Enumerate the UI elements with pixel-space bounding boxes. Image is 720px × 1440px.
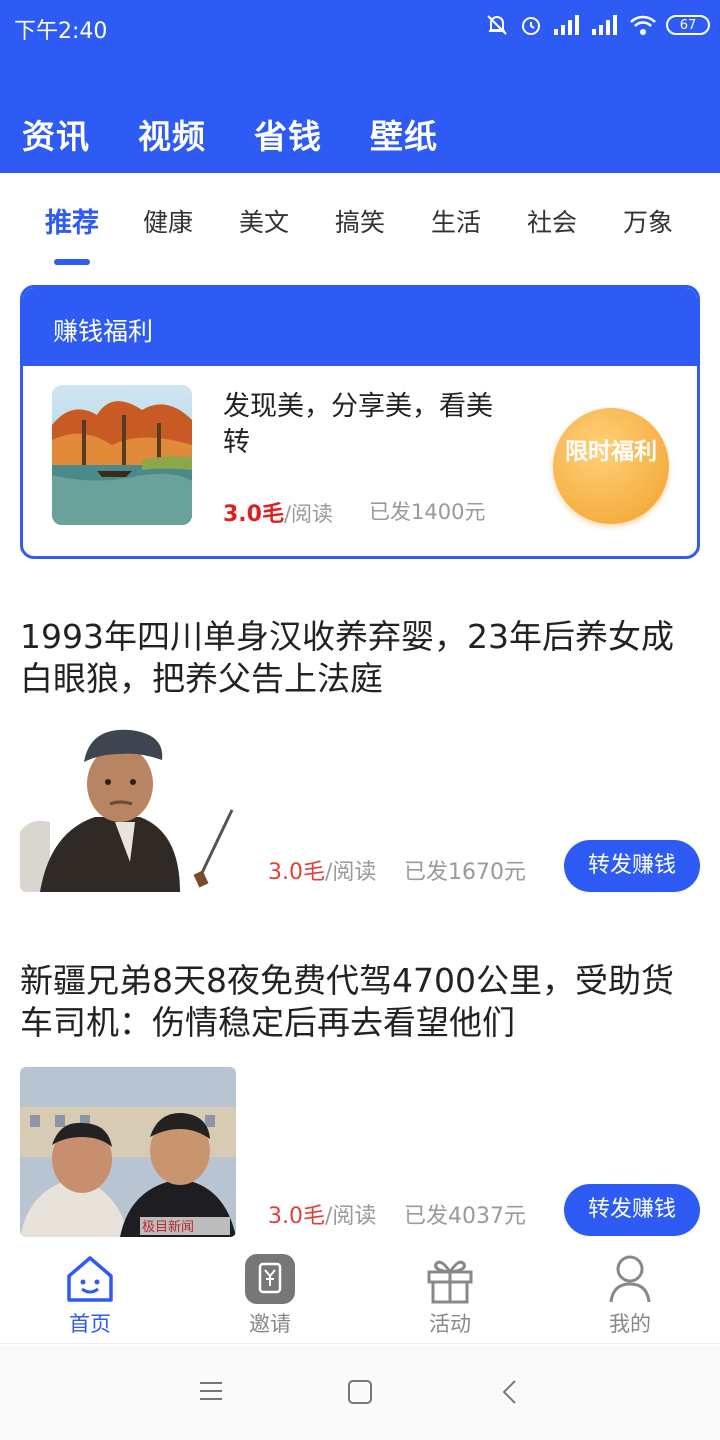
article-item[interactable]: 新疆兄弟8天8夜免费代驾4700公里，受助货车司机：伤情稳定后再去看望他们 极目…	[0, 960, 720, 1242]
nav-invite-label: 邀请	[249, 1312, 291, 1336]
article-rate-unit: /阅读	[325, 1204, 377, 1229]
status-bar: 下午2:40 67	[0, 0, 720, 54]
battery-icon: 67	[666, 15, 710, 35]
home-square-icon[interactable]	[347, 1379, 373, 1405]
category-tabs: 推荐 健康 美文 搞笑 生活 社会 万象	[0, 173, 720, 273]
welfare-rate: 3.0毛/阅读	[223, 496, 333, 528]
nav-home[interactable]: 首页	[30, 1252, 150, 1338]
app-screen: 下午2:40 67 资讯 视频 省钱 壁纸 推荐 健康 美文 搞笑 生活 社会 …	[0, 0, 720, 1440]
tab-health[interactable]: 健康	[143, 203, 193, 239]
system-nav-bar	[0, 1345, 720, 1440]
main-tab-wallpaper[interactable]: 壁纸	[370, 110, 438, 158]
article-paid: 已发1670元	[404, 860, 526, 885]
nav-profile-label: 我的	[609, 1312, 651, 1336]
main-tab-video[interactable]: 视频	[138, 110, 206, 158]
tab-misc[interactable]: 万象	[623, 203, 673, 239]
tab-recommend[interactable]: 推荐	[45, 201, 99, 240]
nav-activity-label: 活动	[429, 1312, 471, 1336]
welfare-title: 发现美，分享美，看美转	[223, 391, 493, 458]
article-item[interactable]: 1993年四川单身汉收养弃婴，23年后养女成白眼狼，把养父告上法庭 3.0毛/阅…	[0, 616, 720, 906]
back-icon[interactable]	[500, 1379, 520, 1405]
article-thumbnail: 极目新闻	[20, 1067, 236, 1237]
menu-icon[interactable]	[198, 1379, 224, 1403]
share-earn-button[interactable]: 转发赚钱	[564, 1184, 700, 1236]
invite-icon	[245, 1254, 295, 1304]
bottom-nav: 首页 邀请 活动 我的	[0, 1242, 720, 1344]
share-earn-button[interactable]: 转发赚钱	[564, 840, 700, 892]
main-tab-news[interactable]: 资讯	[22, 110, 90, 158]
tab-essay[interactable]: 美文	[239, 203, 289, 239]
signal-icon-2	[592, 15, 617, 35]
home-icon	[67, 1256, 113, 1302]
welfare-header: 赚钱福利	[23, 288, 697, 366]
mute-bell-icon	[487, 15, 507, 35]
welfare-rate-amount: 3.0毛	[223, 502, 284, 527]
article-title: 新疆兄弟8天8夜免费代驾4700公里，受助货车司机：伤情稳定后再去看望他们	[20, 961, 674, 1042]
status-time: 下午2:40	[14, 19, 108, 44]
article-paid: 已发4037元	[404, 1204, 526, 1229]
tab-life[interactable]: 生活	[431, 203, 481, 239]
article-rate: 3.0毛/阅读	[268, 854, 376, 886]
user-icon	[609, 1255, 651, 1303]
thumb-watermark: 极目新闻	[142, 1219, 194, 1235]
article-rate-unit: /阅读	[325, 860, 377, 885]
nav-home-label: 首页	[69, 1312, 111, 1336]
main-tab-save[interactable]: 省钱	[254, 110, 322, 158]
top-header: 下午2:40 67 资讯 视频 省钱 壁纸	[0, 0, 720, 173]
status-icons: 67	[484, 12, 710, 38]
article-rate: 3.0毛/阅读	[268, 1198, 376, 1230]
main-tabs: 资讯 视频 省钱 壁纸	[22, 110, 438, 158]
welfare-rate-unit: /阅读	[283, 502, 334, 526]
limited-welfare-badge-label: 限时福利	[565, 439, 657, 465]
article-title: 1993年四川单身汉收养弃婴，23年后养女成白眼狼，把养父告上法庭	[20, 617, 674, 698]
signal-icon	[554, 15, 579, 35]
welfare-paid: 已发1400元	[369, 500, 486, 524]
wifi-icon	[630, 15, 656, 35]
gift-icon	[427, 1260, 473, 1304]
active-tab-indicator	[54, 259, 90, 265]
nav-invite[interactable]: 邀请	[210, 1252, 330, 1338]
welfare-card[interactable]: 赚钱福利 发现美，分享美，看美转 3.0毛/阅读 已发1400元 限时福利	[20, 285, 700, 559]
tab-funny[interactable]: 搞笑	[335, 203, 385, 239]
limited-welfare-badge[interactable]: 限时福利	[553, 408, 669, 524]
nav-profile[interactable]: 我的	[570, 1252, 690, 1338]
article-rate-amount: 3.0毛	[268, 1204, 325, 1229]
tab-society[interactable]: 社会	[527, 203, 577, 239]
article-rate-amount: 3.0毛	[268, 860, 325, 885]
article-thumbnail	[20, 722, 236, 892]
alarm-icon	[522, 17, 540, 35]
nav-activity[interactable]: 活动	[390, 1252, 510, 1338]
welfare-thumbnail	[52, 385, 192, 525]
